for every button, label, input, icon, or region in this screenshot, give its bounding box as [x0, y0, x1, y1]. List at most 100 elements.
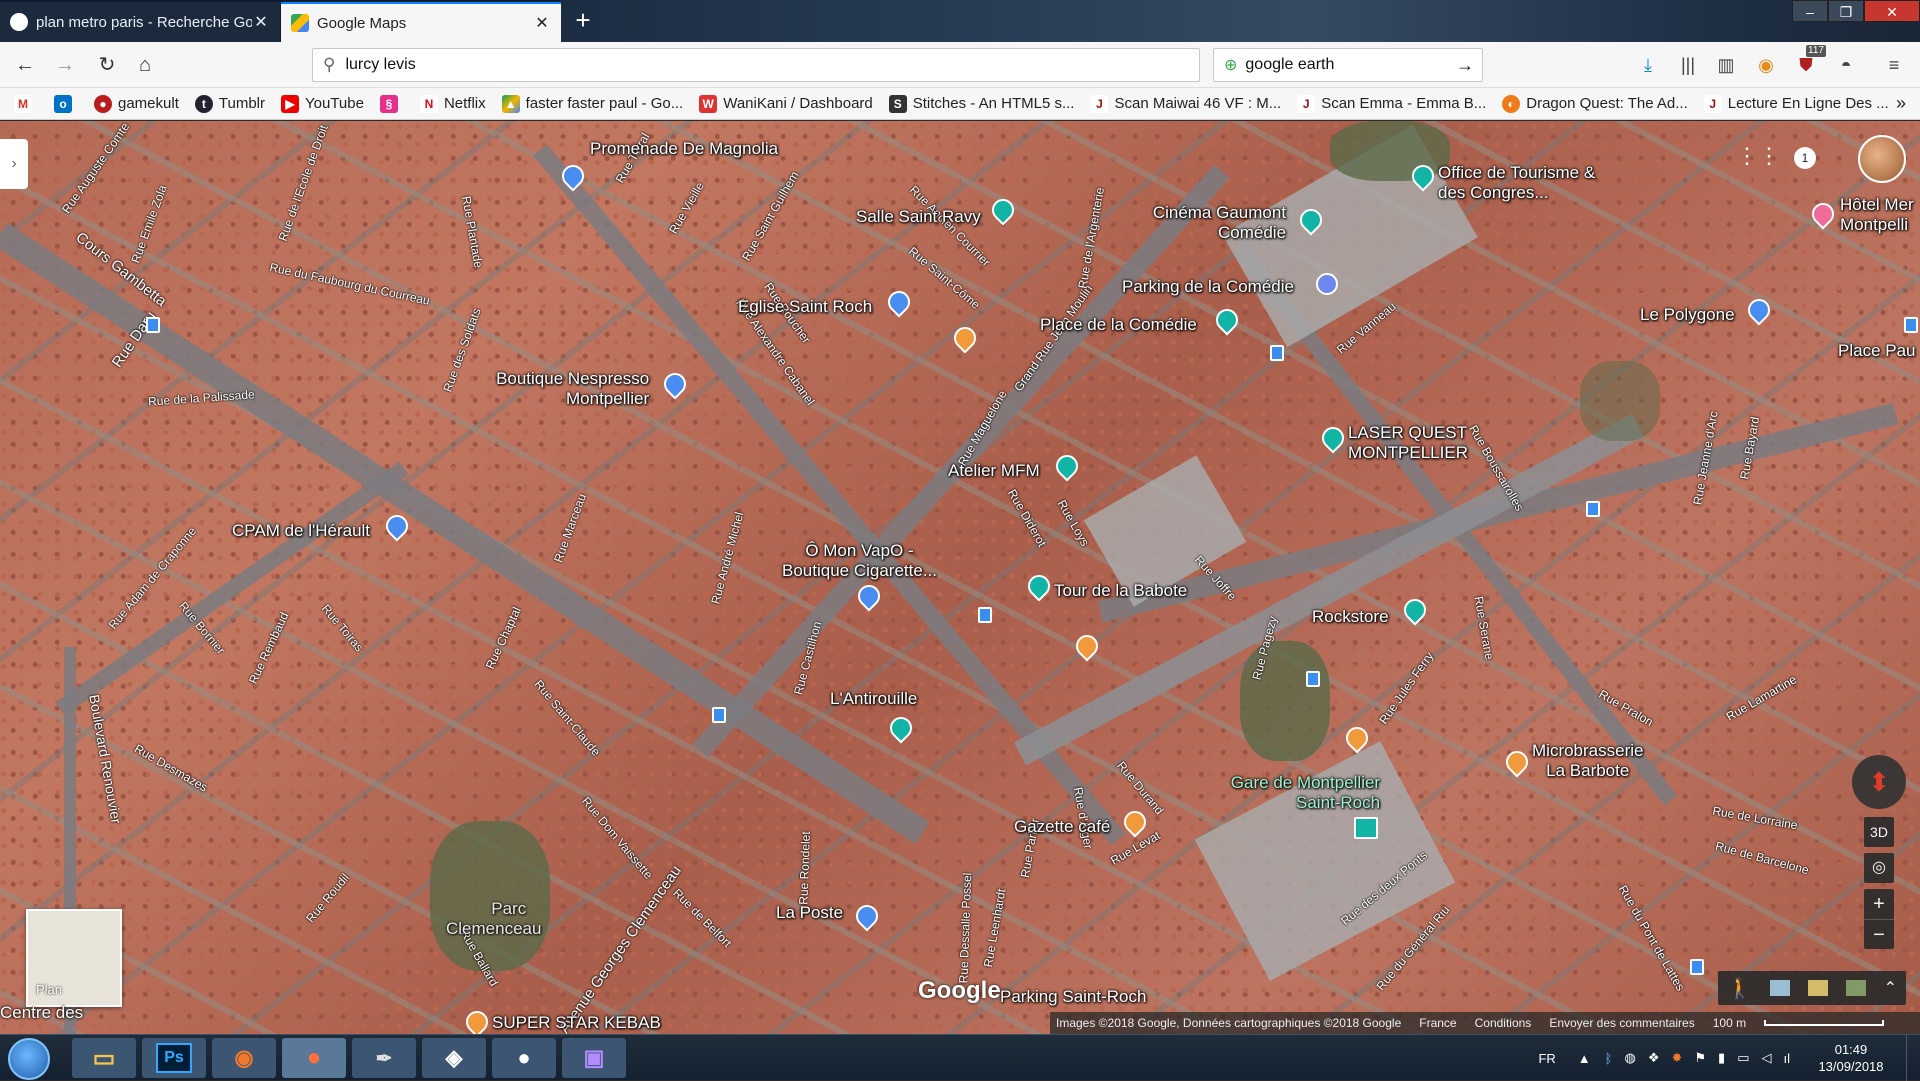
url-bar[interactable]: ⚲ lurcy levis: [312, 48, 1200, 82]
map-type-switcher[interactable]: Plan: [26, 909, 122, 1007]
expand-side-panel-button[interactable]: ›: [0, 139, 28, 189]
download-icon[interactable]: ⤓: [1634, 51, 1662, 79]
tab-google-search[interactable]: plan metro paris - Recherche Go ✕: [0, 2, 280, 42]
shopping-pin-icon[interactable]: [659, 368, 691, 400]
inkscape-icon[interactable]: ✒: [352, 1038, 416, 1078]
place-label[interactable]: Office de Tourisme & des Congres...: [1438, 163, 1595, 203]
place-label[interactable]: Eglise Saint Roch: [738, 297, 872, 317]
place-label[interactable]: Gare de Montpellier Saint-Roch: [1226, 773, 1380, 813]
bar-pin-icon[interactable]: [885, 712, 917, 744]
bookmark-tumblr[interactable]: t Tumblr: [194, 94, 265, 113]
bookmark-wanikani[interactable]: W WaniKani / Dashboard: [699, 94, 873, 113]
volume-icon[interactable]: ◁: [1762, 1050, 1772, 1066]
notification-badge[interactable]: 1: [1794, 147, 1816, 169]
blender-icon[interactable]: ◉: [212, 1038, 276, 1078]
place-label[interactable]: SUPER STAR KEBAB: [492, 1013, 661, 1033]
close-tab-icon[interactable]: ✕: [252, 12, 270, 32]
bookmark-stitches[interactable]: S Stitches - An HTML5 s...: [888, 94, 1074, 113]
close-window-button[interactable]: ✕: [1864, 0, 1920, 22]
library-icon[interactable]: |||: [1674, 51, 1702, 79]
compass-control[interactable]: ⬍: [1852, 755, 1906, 809]
tray-app-icon[interactable]: ✸: [1671, 1050, 1682, 1066]
bookmark-gamekult[interactable]: ● gamekult: [94, 94, 179, 113]
bluetooth-icon[interactable]: ᛒ: [1605, 1051, 1613, 1066]
bus-stop-icon[interactable]: [712, 707, 726, 723]
visual-studio-icon[interactable]: ▣: [562, 1038, 626, 1078]
restaurant-pin-icon[interactable]: [949, 322, 981, 354]
tab-google-maps[interactable]: Google Maps ✕: [281, 2, 561, 42]
place-label[interactable]: LASER QUEST MONTPELLIER: [1348, 423, 1468, 463]
menu-icon[interactable]: ≡: [1880, 51, 1908, 79]
search-bar[interactable]: ⊕ google earth →: [1213, 48, 1483, 82]
3d-toggle-button[interactable]: 3D: [1864, 817, 1894, 847]
bus-stop-icon[interactable]: [1904, 317, 1918, 333]
place-label[interactable]: Promenade De Magnolia: [590, 139, 778, 159]
place-label[interactable]: Ô Mon VapO - Boutique Cigarette...: [782, 541, 937, 581]
bus-stop-icon[interactable]: [978, 607, 992, 623]
bookmark-scan-emma[interactable]: J Scan Emma - Emma B...: [1297, 94, 1486, 113]
place-label[interactable]: Parking de la Comédie: [1122, 277, 1294, 297]
action-center-icon[interactable]: ⚑: [1694, 1050, 1706, 1066]
place-label[interactable]: Hôtel Mer Montpelli: [1840, 195, 1914, 235]
country-link[interactable]: France: [1419, 1016, 1456, 1030]
entertainment-pin-icon[interactable]: [1317, 422, 1349, 454]
post-office-pin-icon[interactable]: [851, 900, 883, 932]
church-pin-icon[interactable]: [883, 286, 915, 318]
place-label[interactable]: Gazette café: [1014, 817, 1110, 837]
place-label[interactable]: La Poste: [776, 903, 843, 923]
bookmark-drive[interactable]: ▲ faster faster paul - Go...: [501, 94, 683, 113]
pegman-icon[interactable]: 🚶: [1727, 976, 1752, 1001]
firefox-icon[interactable]: ●: [282, 1038, 346, 1078]
feedback-link[interactable]: Envoyer des commentaires: [1549, 1016, 1694, 1030]
expand-icon[interactable]: ⌃: [1884, 978, 1897, 998]
clock[interactable]: 01:49 13/09/2018: [1796, 1041, 1906, 1075]
sidebar-icon[interactable]: ▥: [1712, 51, 1740, 79]
layer-thumbnail-icon[interactable]: [1807, 980, 1828, 996]
place-label[interactable]: CPAM de l'Hérault: [232, 521, 370, 541]
theater-pin-icon[interactable]: [987, 194, 1019, 226]
office-pin-icon[interactable]: [381, 510, 413, 542]
network-icon[interactable]: ıl: [1784, 1051, 1791, 1066]
more-bookmarks-icon[interactable]: »: [1896, 93, 1906, 114]
place-label[interactable]: Le Polygone: [1640, 305, 1735, 325]
show-hidden-icons-icon[interactable]: ▲: [1578, 1051, 1591, 1066]
language-indicator[interactable]: FR: [1538, 1051, 1555, 1066]
place-label[interactable]: Rockstore: [1312, 607, 1389, 627]
show-desktop-button[interactable]: [1906, 1035, 1920, 1081]
museum-pin-icon[interactable]: [1051, 450, 1083, 482]
minimize-button[interactable]: –: [1792, 0, 1828, 22]
place-label[interactable]: Place de la Comédie: [1040, 315, 1197, 335]
bookmark-dragon-quest[interactable]: ◐ Dragon Quest: The Ad...: [1502, 94, 1688, 113]
place-label[interactable]: Tour de la Babote: [1054, 581, 1187, 601]
parking-pin-icon[interactable]: [1316, 273, 1338, 295]
battery-icon[interactable]: ▮: [1718, 1050, 1725, 1066]
place-label[interactable]: Cinéma Gaumont Comédie: [1148, 203, 1286, 243]
photoshop-icon[interactable]: Ps: [142, 1038, 206, 1078]
place-label[interactable]: Atelier MFM: [948, 461, 1040, 481]
bus-stop-icon[interactable]: [1270, 345, 1284, 361]
place-label[interactable]: L'Antirouille: [830, 689, 917, 709]
scale-label[interactable]: 100 m: [1713, 1016, 1746, 1030]
bus-stop-icon[interactable]: [1690, 959, 1704, 975]
close-tab-icon[interactable]: ✕: [533, 13, 551, 33]
maximize-button[interactable]: ❐: [1828, 0, 1864, 22]
bus-stop-icon[interactable]: [1306, 671, 1320, 687]
forward-button[interactable]: →: [48, 49, 82, 81]
start-button[interactable]: [8, 1038, 50, 1080]
home-button[interactable]: ⌂: [128, 49, 162, 81]
extension-icon[interactable]: ◉: [1752, 51, 1780, 79]
reload-button[interactable]: ↻: [90, 49, 124, 81]
monument-pin-icon[interactable]: [1023, 570, 1055, 602]
file-explorer-icon[interactable]: ▭: [72, 1038, 136, 1078]
place-label[interactable]: Place Pau: [1838, 341, 1916, 361]
place-label[interactable]: Boutique Nespresso Montpellier: [488, 369, 649, 409]
shopping-pin-icon[interactable]: [1743, 294, 1775, 326]
bookmark-youtube[interactable]: ▶ YouTube: [281, 94, 364, 113]
place-label[interactable]: Parking Saint-Roch: [1000, 987, 1146, 1007]
restaurant-pin-icon[interactable]: [461, 1006, 493, 1034]
zoom-out-button[interactable]: −: [1864, 919, 1894, 949]
zoom-in-button[interactable]: +: [1864, 889, 1894, 919]
ublock-icon[interactable]: ⛊ 117: [1792, 45, 1826, 79]
dropbox-icon[interactable]: ❖: [1648, 1050, 1660, 1066]
layer-thumbnail-icon[interactable]: [1769, 980, 1790, 996]
